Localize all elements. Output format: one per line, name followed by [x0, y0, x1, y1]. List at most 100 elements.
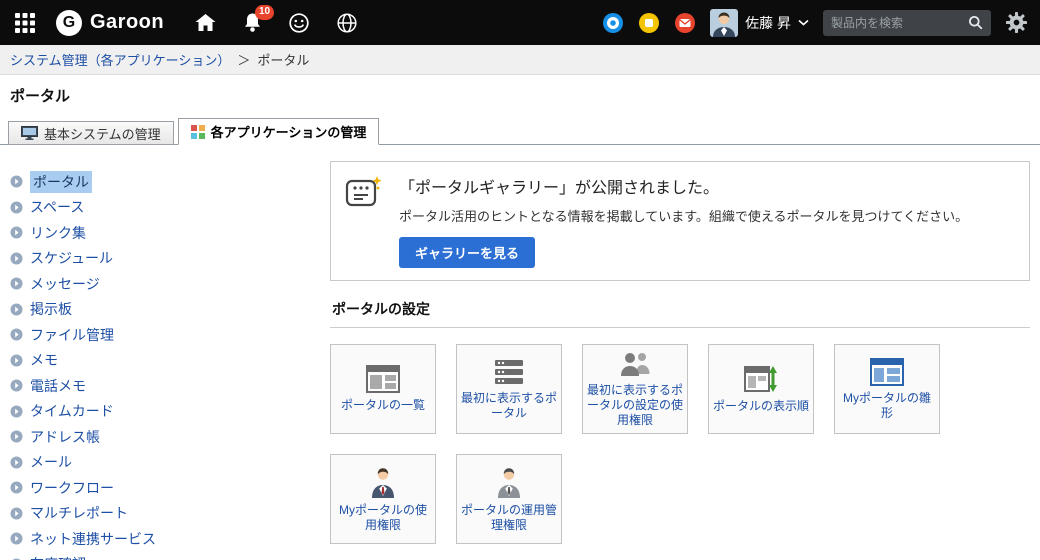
mail-service-button[interactable] — [674, 12, 696, 34]
bullet-icon — [10, 481, 23, 494]
apps-grid-icon — [190, 124, 205, 139]
sidebar-item-presence[interactable]: 在席確認 — [0, 552, 324, 560]
sidebar-item-label: アドレス帳 — [30, 428, 100, 445]
app-grid-icon — [15, 12, 35, 33]
garoon-logo[interactable]: G Garoon — [56, 9, 164, 36]
view-gallery-button[interactable]: ギャラリーを見る — [399, 237, 536, 268]
card-my-portal-permission[interactable]: Myポータルの使用権限 — [330, 454, 436, 544]
sidebar-item-portal[interactable]: ポータル — [0, 169, 324, 195]
chevron-down-icon — [798, 19, 809, 26]
blue-ring-icon — [603, 12, 624, 33]
sidebar-item-label: スペース — [30, 199, 85, 216]
bullet-icon — [10, 532, 23, 545]
sidebar-item-label: ファイル管理 — [30, 326, 114, 343]
notice-description: ポータル活用のヒントとなる情報を掲載しています。組織で使えるポータルを見つけてく… — [399, 209, 969, 224]
bullet-icon — [10, 328, 23, 341]
sidebar: ポータル スペース リンク集 スケジュール メッセージ 掲示板 ファイル管理 メ… — [0, 169, 324, 560]
breadcrumb-current: ポータル — [257, 53, 310, 68]
notice-body: 「ポータルギャラリー」が公開されました。 ポータル活用のヒントとなる情報を掲載し… — [399, 174, 1015, 268]
reactions-button[interactable] — [288, 12, 310, 34]
sidebar-item-label: マルチレポート — [30, 505, 128, 522]
card-label: ポータルの一覧 — [340, 398, 425, 412]
sidebar-item-bulletin-board[interactable]: 掲示板 — [0, 297, 324, 323]
bullet-icon — [10, 226, 23, 239]
tab-basic-system[interactable]: 基本システムの管理 — [8, 121, 174, 145]
smiley-icon — [289, 12, 309, 33]
sidebar-item-label: メッセージ — [30, 275, 100, 292]
avatar — [710, 8, 739, 37]
card-display-order[interactable]: ポータルの表示順 — [708, 344, 814, 434]
tab-label: 基本システムの管理 — [44, 126, 161, 142]
sidebar-item-workflow[interactable]: ワークフロー — [0, 475, 324, 501]
sidebar-item-file-management[interactable]: ファイル管理 — [0, 322, 324, 348]
settings-button[interactable] — [1005, 11, 1028, 34]
search-box — [823, 9, 991, 36]
sidebar-item-messages[interactable]: メッセージ — [0, 271, 324, 297]
sidebar-item-memo[interactable]: メモ — [0, 348, 324, 374]
sidebar-item-space[interactable]: スペース — [0, 195, 324, 221]
bullet-icon — [10, 507, 23, 520]
bullet-icon — [10, 252, 23, 265]
language-button[interactable] — [336, 12, 358, 34]
display-order-icon — [744, 366, 777, 392]
yellow-circle-icon — [639, 12, 660, 33]
bullet-icon — [10, 354, 23, 367]
sidebar-item-label: 掲示板 — [30, 301, 72, 318]
app-launcher-button[interactable] — [14, 12, 36, 34]
breadcrumb-parent-link[interactable]: システム管理（各アプリケーション） — [10, 50, 230, 69]
portal-settings-cards: ポータルの一覧 最初に表示するポータル 最初に表示するポータルの設定の使用権限 … — [330, 344, 1030, 560]
page-title: ポータル — [10, 88, 71, 105]
card-default-portal-permission[interactable]: 最初に表示するポータルの設定の使用権限 — [582, 344, 688, 434]
service-button-blue[interactable] — [602, 12, 624, 34]
sidebar-item-multireport[interactable]: マルチレポート — [0, 501, 324, 527]
gallery-notice: 「ポータルギャラリー」が公開されました。 ポータル活用のヒントとなる情報を掲載し… — [330, 161, 1030, 281]
bullet-icon — [10, 405, 23, 418]
card-label: 最初に表示するポータルの設定の使用権限 — [587, 383, 684, 427]
default-portal-icon — [495, 359, 523, 384]
breadcrumb: システム管理（各アプリケーション） ＞ ポータル — [0, 45, 1040, 75]
bullet-icon — [10, 175, 23, 188]
sidebar-item-label: ワークフロー — [30, 479, 114, 496]
bullet-icon — [10, 430, 23, 443]
card-my-portal-template[interactable]: Myポータルの雛形 — [834, 344, 940, 434]
sidebar-item-label: スケジュール — [30, 250, 114, 267]
sidebar-item-label: タイムカード — [30, 403, 114, 420]
globe-icon — [337, 12, 357, 33]
mail-icon — [675, 12, 696, 33]
sidebar-item-links[interactable]: リンク集 — [0, 220, 324, 246]
user-menu[interactable]: 佐藤 昇 — [710, 8, 809, 37]
garoon-logo-mark: G — [56, 9, 82, 36]
sidebar-item-label: ネット連携サービス — [30, 530, 156, 547]
card-portal-list[interactable]: ポータルの一覧 — [330, 344, 436, 434]
home-button[interactable] — [194, 12, 217, 33]
card-operational-admin-permission[interactable]: ポータルの運用管理権限 — [456, 454, 562, 544]
tab-each-application[interactable]: 各アプリケーションの管理 — [177, 118, 380, 145]
monitor-icon — [21, 126, 38, 140]
notifications-button[interactable]: 10 — [243, 5, 275, 33]
topbar-left: G Garoon 10 — [14, 5, 358, 36]
card-label: Myポータルの使用権限 — [339, 502, 427, 532]
bullet-icon — [10, 277, 23, 290]
sidebar-item-net-services[interactable]: ネット連携サービス — [0, 526, 324, 552]
user-name: 佐藤 昇 — [745, 14, 791, 31]
person-admin-icon — [498, 467, 520, 498]
sidebar-item-email[interactable]: メール — [0, 450, 324, 476]
tab-label: 各アプリケーションの管理 — [210, 125, 367, 140]
card-default-portal[interactable]: 最初に表示するポータル — [456, 344, 562, 434]
notification-badge: 10 — [255, 5, 275, 20]
tab-bar: 基本システムの管理 各アプリケーションの管理 — [0, 118, 1040, 145]
service-button-yellow[interactable] — [638, 12, 660, 34]
sidebar-item-timecard[interactable]: タイムカード — [0, 399, 324, 425]
sidebar-item-phone-memo[interactable]: 電話メモ — [0, 373, 324, 399]
sidebar-item-label: リンク集 — [30, 224, 86, 241]
avatar-photo — [710, 8, 739, 37]
card-label: Myポータルの雛形 — [843, 390, 931, 420]
sidebar-item-schedule[interactable]: スケジュール — [0, 246, 324, 272]
search-icon[interactable] — [968, 15, 983, 30]
search-input[interactable] — [831, 15, 962, 30]
card-label: ポータルの表示順 — [713, 399, 810, 413]
sidebar-item-address-book[interactable]: アドレス帳 — [0, 424, 324, 450]
bullet-icon — [10, 303, 23, 316]
portal-list-icon — [366, 365, 400, 393]
section-portal-settings: ポータルの設定 — [330, 299, 1030, 328]
